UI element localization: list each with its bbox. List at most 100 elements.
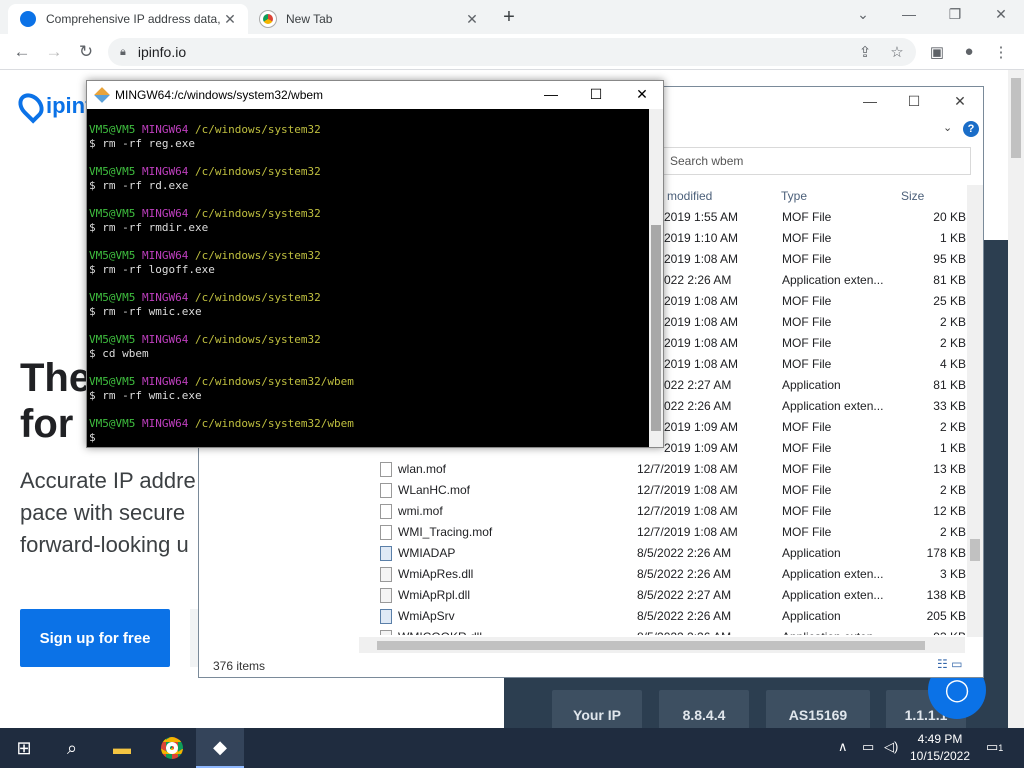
ipinfo-logo[interactable]: ipinf [13, 88, 92, 124]
scroll-thumb[interactable] [970, 539, 980, 561]
tab-ipinfo[interactable]: Comprehensive IP address data, ✕ [8, 4, 248, 34]
file-row[interactable]: WmiApRes.dll 8/5/2022 2:26 AM Application … [374, 564, 968, 585]
file-size: 3 KB [939, 567, 966, 581]
file-size: 20 KB [933, 210, 966, 224]
file-name: wlan.mof [398, 462, 447, 476]
search-input[interactable]: Search wbem [663, 147, 971, 175]
chevron-down-icon[interactable]: ⌄ [943, 121, 952, 134]
chrome-icon[interactable] [148, 728, 196, 768]
prompt-path: /c/windows/system32/wbem [194, 375, 354, 388]
file-size: 2 KB [939, 525, 966, 539]
file-size: 81 KB [933, 273, 966, 287]
restore-button[interactable]: ❐ [940, 6, 970, 23]
file-row[interactable]: WMIADAP 8/5/2022 2:26 AM Application 178 KB [374, 543, 968, 564]
terminal-command-line: $ rm -rf wmic.exe [89, 305, 202, 318]
menu-icon[interactable]: ⋮ [990, 43, 1012, 61]
file-row[interactable]: WMI_Tracing.mof 12/7/2019 1:08 AM MOF File… [374, 522, 968, 543]
scroll-thumb[interactable] [1011, 78, 1021, 158]
close-window-button[interactable]: ✕ [627, 86, 657, 103]
file-row[interactable]: WmiApSrv 8/5/2022 2:26 AM Application 205 K… [374, 606, 968, 627]
file-type: MOF File [782, 336, 832, 350]
notification-icon[interactable]: ▭1 [986, 739, 1003, 755]
column-modified[interactable]: modified [667, 189, 712, 203]
vertical-scrollbar[interactable] [967, 185, 983, 637]
sign-up-button[interactable]: Sign up for free [20, 609, 170, 667]
file-size: 138 KB [926, 588, 966, 602]
search-icon[interactable]: ⌕ [48, 728, 96, 768]
file-name: WMI_Tracing.mof [398, 525, 493, 539]
file-type: MOF File [782, 462, 832, 476]
file-name: WmiApRpl.dll [398, 588, 471, 602]
back-icon[interactable]: ← [10, 42, 34, 62]
lock-icon[interactable]: 🔒︎ [120, 46, 126, 59]
file-name: WLanHC.mof [398, 483, 471, 497]
file-row[interactable]: WmiApRpl.dll 8/5/2022 2:27 AM Application … [374, 585, 968, 606]
network-icon[interactable]: ▭ [862, 739, 874, 755]
file-date: 12/7/2019 1:08 AM [637, 525, 738, 539]
taskbar: ⊞ ⌕ ▬ ◆ ∧ ▭ ◁) 4:49 PM 10/15/2022 ▭1 [0, 728, 1024, 768]
file-row[interactable]: WMICOOKR.dll 8/5/2022 2:26 AM Application … [374, 627, 968, 635]
maximize-button[interactable]: ☐ [581, 86, 611, 103]
file-date: 2019 1:08 AM [664, 252, 739, 266]
forward-icon[interactable]: → [42, 42, 66, 62]
close-window-button[interactable]: ✕ [945, 93, 975, 110]
close-window-button[interactable]: ✕ [986, 6, 1016, 23]
view-toggle-icon[interactable]: ☷ ▭ [937, 657, 962, 671]
terminal-titlebar[interactable]: MINGW64:/c/windows/system32/wbem [87, 81, 663, 109]
chevron-up-icon[interactable]: ∧ [838, 739, 848, 755]
prompt-user: VM5@VM5 [89, 375, 136, 388]
prompt-path: /c/windows/system32 [194, 207, 321, 220]
scroll-thumb[interactable] [651, 225, 661, 431]
prompt-env: MINGW64 [141, 207, 189, 220]
file-explorer-icon[interactable]: ▬ [98, 728, 146, 768]
help-icon[interactable]: ? [963, 121, 979, 137]
terminal-scrollbar[interactable] [649, 109, 663, 447]
file-size: 25 KB [933, 294, 966, 308]
close-tab-icon[interactable]: ✕ [462, 11, 482, 28]
git-bash-taskbar-icon[interactable]: ◆ [196, 728, 244, 768]
address-bar[interactable]: 🔒︎ ipinfo.io [108, 38, 916, 66]
dark-panel [984, 240, 1008, 700]
terminal-output[interactable]: VM5@VM5 MINGW64 /c/windows/system32 $ rm … [87, 109, 649, 447]
reload-icon[interactable]: ↻ [74, 42, 98, 62]
page-scrollbar[interactable] [1008, 70, 1024, 728]
minimize-button[interactable]: — [894, 6, 924, 22]
share-icon[interactable]: ⇪ [854, 43, 876, 61]
volume-icon[interactable]: ◁) [884, 739, 898, 755]
clock[interactable]: 4:49 PM 10/15/2022 [904, 731, 976, 765]
file-name: WMICOOKR.dll [398, 630, 482, 635]
file-size: 1 KB [939, 231, 966, 245]
scroll-thumb[interactable] [377, 641, 925, 650]
file-row[interactable]: wmi.mof 12/7/2019 1:08 AM MOF File 12 KB [374, 501, 968, 522]
file-row[interactable]: WLanHC.mof 12/7/2019 1:08 AM MOF File 2 KB [374, 480, 968, 501]
bookmark-star-icon[interactable]: ☆ [886, 43, 908, 61]
file-row[interactable]: wlan.mof 12/7/2019 1:08 AM MOF File 13 KB [374, 459, 968, 480]
side-panel-icon[interactable]: ▣ [926, 43, 948, 61]
terminal-command-line: $ cd wbem [89, 347, 149, 360]
prompt-path: /c/windows/system32 [194, 123, 321, 136]
clock-date: 10/15/2022 [909, 749, 971, 763]
chrome-favicon-icon [259, 10, 277, 28]
file-date: 2019 1:09 AM [664, 420, 739, 434]
horizontal-scrollbar[interactable] [359, 637, 965, 653]
ipinfo-pin-icon [13, 88, 49, 124]
close-tab-icon[interactable]: ✕ [220, 11, 240, 28]
terminal-title: MINGW64:/c/windows/system32/wbem [115, 88, 324, 102]
new-tab-button[interactable]: + [498, 6, 520, 29]
prompt-user: VM5@VM5 [89, 249, 136, 262]
column-type[interactable]: Type [781, 189, 807, 203]
file-size: 95 KB [933, 252, 966, 266]
tab-new-tab[interactable]: New Tab ✕ [250, 4, 490, 34]
maximize-button[interactable]: ☐ [899, 93, 929, 110]
minimize-button[interactable]: — [536, 86, 566, 102]
profile-icon[interactable]: ● [958, 43, 980, 60]
column-size[interactable]: Size [901, 189, 924, 203]
start-windows-icon[interactable]: ⊞ [0, 728, 48, 768]
tab-search-icon[interactable]: ⌄ [848, 6, 878, 23]
terminal-window: MINGW64:/c/windows/system32/wbem — ☐ ✕ V… [86, 80, 664, 448]
file-date: 2019 1:09 AM [664, 441, 739, 455]
file-date: 12/7/2019 1:08 AM [637, 504, 738, 518]
minimize-button[interactable]: — [855, 93, 885, 109]
